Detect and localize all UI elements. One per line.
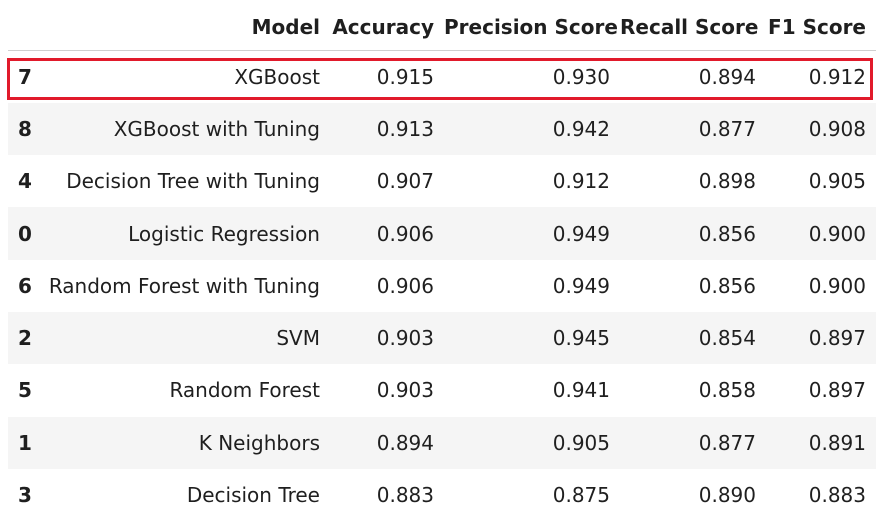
- cell-model: Random Forest with Tuning: [44, 260, 330, 312]
- cell-precision: 0.875: [444, 469, 620, 521]
- cell-precision: 0.942: [444, 103, 620, 155]
- cell-accuracy: 0.903: [330, 312, 444, 364]
- cell-precision: 0.930: [444, 51, 620, 103]
- cell-f1: 0.900: [766, 207, 876, 259]
- cell-model: Random Forest: [44, 364, 330, 416]
- cell-f1: 0.883: [766, 469, 876, 521]
- table-body: 7 XGBoost 0.915 0.930 0.894 0.912 8 XGBo…: [8, 51, 876, 521]
- cell-recall: 0.877: [620, 103, 766, 155]
- cell-recall: 0.858: [620, 364, 766, 416]
- dataframe-output: Model Accuracy Precision Score Recall Sc…: [0, 0, 890, 516]
- table-row: 5 Random Forest 0.903 0.941 0.858 0.897: [8, 364, 876, 416]
- cell-f1: 0.905: [766, 155, 876, 207]
- cell-f1: 0.908: [766, 103, 876, 155]
- cell-precision: 0.912: [444, 155, 620, 207]
- cell-model: XGBoost: [44, 51, 330, 103]
- row-index: 6: [8, 260, 44, 312]
- row-index: 8: [8, 103, 44, 155]
- cell-precision: 0.905: [444, 417, 620, 469]
- table-row: 3 Decision Tree 0.883 0.875 0.890 0.883: [8, 469, 876, 521]
- cell-accuracy: 0.907: [330, 155, 444, 207]
- cell-accuracy: 0.903: [330, 364, 444, 416]
- cell-accuracy: 0.906: [330, 207, 444, 259]
- row-index: 7: [8, 51, 44, 103]
- header-recall-score: Recall Score: [620, 4, 766, 51]
- cell-recall: 0.856: [620, 260, 766, 312]
- cell-recall: 0.898: [620, 155, 766, 207]
- cell-model: Logistic Regression: [44, 207, 330, 259]
- table-row: 8 XGBoost with Tuning 0.913 0.942 0.877 …: [8, 103, 876, 155]
- table-row: 7 XGBoost 0.915 0.930 0.894 0.912: [8, 51, 876, 103]
- cell-recall: 0.856: [620, 207, 766, 259]
- cell-model: K Neighbors: [44, 417, 330, 469]
- header-precision-score: Precision Score: [444, 4, 620, 51]
- row-index: 1: [8, 417, 44, 469]
- cell-accuracy: 0.906: [330, 260, 444, 312]
- cell-accuracy: 0.883: [330, 469, 444, 521]
- table-row: 4 Decision Tree with Tuning 0.907 0.912 …: [8, 155, 876, 207]
- row-index: 2: [8, 312, 44, 364]
- cell-accuracy: 0.915: [330, 51, 444, 103]
- cell-f1: 0.900: [766, 260, 876, 312]
- table-row: 1 K Neighbors 0.894 0.905 0.877 0.891: [8, 417, 876, 469]
- cell-f1: 0.912: [766, 51, 876, 103]
- cell-model: SVM: [44, 312, 330, 364]
- row-index: 4: [8, 155, 44, 207]
- table-row: 2 SVM 0.903 0.945 0.854 0.897: [8, 312, 876, 364]
- cell-precision: 0.945: [444, 312, 620, 364]
- cell-model: Decision Tree with Tuning: [44, 155, 330, 207]
- row-index: 5: [8, 364, 44, 416]
- cell-precision: 0.949: [444, 260, 620, 312]
- cell-recall: 0.877: [620, 417, 766, 469]
- cell-accuracy: 0.913: [330, 103, 444, 155]
- cell-precision: 0.949: [444, 207, 620, 259]
- cell-model: XGBoost with Tuning: [44, 103, 330, 155]
- cell-recall: 0.894: [620, 51, 766, 103]
- cell-f1: 0.897: [766, 364, 876, 416]
- cell-precision: 0.941: [444, 364, 620, 416]
- cell-f1: 0.897: [766, 312, 876, 364]
- header-f1-score: F1 Score: [766, 4, 876, 51]
- header-model: Model: [44, 4, 330, 51]
- cell-recall: 0.854: [620, 312, 766, 364]
- cell-recall: 0.890: [620, 469, 766, 521]
- table-row: 0 Logistic Regression 0.906 0.949 0.856 …: [8, 207, 876, 259]
- header-accuracy: Accuracy: [330, 4, 444, 51]
- table-header: Model Accuracy Precision Score Recall Sc…: [8, 4, 876, 51]
- row-index: 3: [8, 469, 44, 521]
- table-row: 6 Random Forest with Tuning 0.906 0.949 …: [8, 260, 876, 312]
- cell-accuracy: 0.894: [330, 417, 444, 469]
- cell-f1: 0.891: [766, 417, 876, 469]
- header-row: Model Accuracy Precision Score Recall Sc…: [8, 4, 876, 51]
- header-index: [8, 4, 44, 51]
- model-comparison-table: Model Accuracy Precision Score Recall Sc…: [8, 4, 876, 521]
- cell-model: Decision Tree: [44, 469, 330, 521]
- row-index: 0: [8, 207, 44, 259]
